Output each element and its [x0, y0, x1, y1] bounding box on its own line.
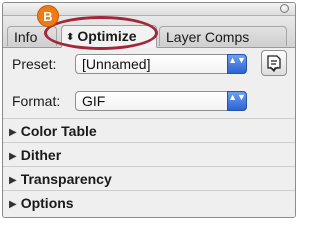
format-value: GIF [82, 93, 106, 109]
tab-layer-comps[interactable]: Layer Comps [159, 26, 287, 46]
tab-optimize[interactable]: ⬍ Optimize [61, 25, 157, 48]
tab-optimize-label: Optimize [77, 28, 137, 44]
divider [3, 118, 295, 119]
select-arrows-icon: ▲▼ [227, 54, 247, 74]
palette-menu-icon [267, 55, 281, 73]
preset-select[interactable]: [Unnamed] ▲▼ [75, 54, 247, 74]
tab-info[interactable]: Info [7, 26, 57, 46]
section-label: Transparency [20, 171, 112, 187]
divider [3, 166, 295, 167]
preset-label: Preset: [12, 56, 57, 72]
preset-value: [Unnamed] [82, 56, 151, 72]
section-label: Options [20, 195, 74, 211]
select-arrows-icon: ▲▼ [227, 91, 247, 111]
callout-badge: B [37, 5, 59, 27]
divider [3, 142, 295, 143]
section-transparency[interactable]: ▶ Transparency [9, 171, 112, 187]
section-options[interactable]: ▶ Options [9, 195, 74, 211]
format-select[interactable]: GIF ▲▼ [75, 91, 247, 111]
section-label: Dither [20, 147, 62, 163]
section-label: Color Table [20, 123, 97, 139]
disclosure-triangle-icon[interactable]: ▶ [9, 151, 17, 162]
format-label: Format: [12, 93, 61, 109]
close-icon[interactable] [280, 4, 289, 13]
optimize-palette: Info Layer Comps ⬍ Optimize Preset: [Unna… [2, 2, 296, 218]
tab-reorder-icon: ⬍ [66, 32, 75, 43]
disclosure-triangle-icon[interactable]: ▶ [9, 127, 17, 138]
section-dither[interactable]: ▶ Dither [9, 147, 61, 163]
tab-layer-comps-label: Layer Comps [166, 29, 250, 45]
palette-menu-button[interactable] [261, 50, 287, 76]
section-color-table[interactable]: ▶ Color Table [9, 123, 97, 139]
disclosure-triangle-icon[interactable]: ▶ [9, 175, 17, 186]
tab-info-label: Info [14, 29, 38, 45]
disclosure-triangle-icon[interactable]: ▶ [9, 199, 17, 210]
divider [3, 190, 295, 191]
palette-content: Preset: [Unnamed] ▲▼ Format: GIF ▲▼ ▶ Col… [3, 48, 295, 217]
